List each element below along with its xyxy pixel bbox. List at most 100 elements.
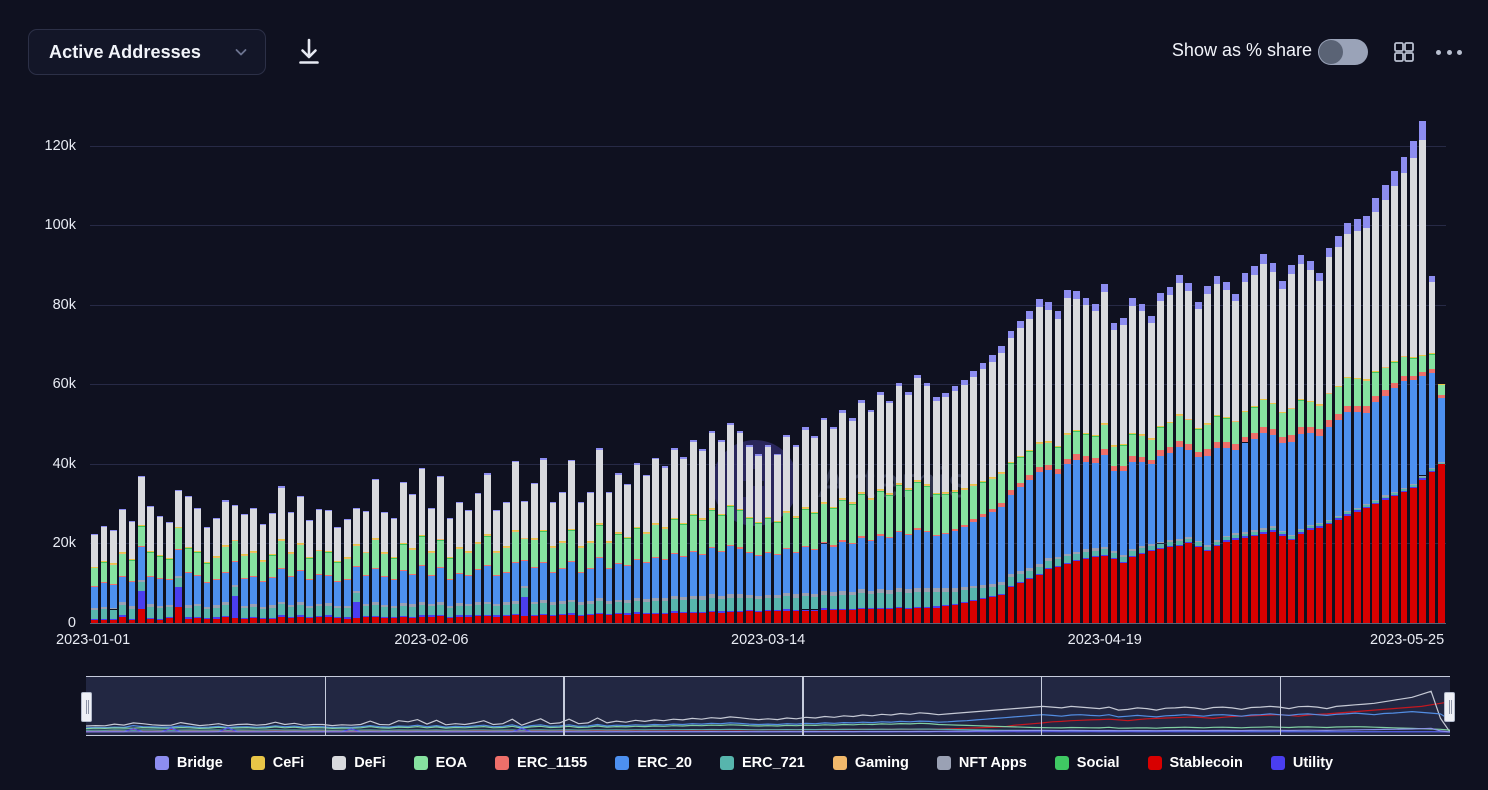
bar-column[interactable]: [727, 122, 734, 623]
bar-column[interactable]: [821, 122, 828, 623]
bar-column[interactable]: [1429, 122, 1436, 623]
bar-column[interactable]: [157, 122, 164, 623]
bar-column[interactable]: [334, 122, 341, 623]
bar-column[interactable]: [138, 122, 145, 623]
bar-column[interactable]: [437, 122, 444, 623]
bar-column[interactable]: [783, 122, 790, 623]
bar-column[interactable]: [961, 122, 968, 623]
metric-dropdown[interactable]: Active Addresses: [28, 29, 266, 75]
bar-column[interactable]: [119, 122, 126, 623]
bar-column[interactable]: [578, 122, 585, 623]
bar-column[interactable]: [288, 122, 295, 623]
bar-column[interactable]: [1129, 122, 1136, 623]
bar-column[interactable]: [241, 122, 248, 623]
bar-column[interactable]: [1195, 122, 1202, 623]
bar-column[interactable]: [998, 122, 1005, 623]
bar-column[interactable]: [914, 122, 921, 623]
bar-column[interactable]: [1260, 122, 1267, 623]
bar-column[interactable]: [671, 122, 678, 623]
bar-column[interactable]: [615, 122, 622, 623]
bar-column[interactable]: [1326, 122, 1333, 623]
bar-column[interactable]: [531, 122, 538, 623]
bar-column[interactable]: [1120, 122, 1127, 623]
bar-column[interactable]: [755, 122, 762, 623]
bar-column[interactable]: [652, 122, 659, 623]
bar-column[interactable]: [475, 122, 482, 623]
bar-column[interactable]: [166, 122, 173, 623]
bar-column[interactable]: [1279, 122, 1286, 623]
bar-column[interactable]: [933, 122, 940, 623]
bar-column[interactable]: [1438, 122, 1445, 623]
bar-column[interactable]: [353, 122, 360, 623]
bar-column[interactable]: [1410, 122, 1417, 623]
legend-item-cefi[interactable]: CeFi: [251, 755, 304, 771]
bar-column[interactable]: [110, 122, 117, 623]
bar-column[interactable]: [868, 122, 875, 623]
grid-icon[interactable]: [1392, 40, 1416, 64]
bar-column[interactable]: [1354, 122, 1361, 623]
bar-column[interactable]: [297, 122, 304, 623]
bar-column[interactable]: [550, 122, 557, 623]
bar-column[interactable]: [839, 122, 846, 623]
bar-column[interactable]: [260, 122, 267, 623]
bar-column[interactable]: [942, 122, 949, 623]
bar-column[interactable]: [175, 122, 182, 623]
bar-column[interactable]: [634, 122, 641, 623]
bar-column[interactable]: [877, 122, 884, 623]
bar-column[interactable]: [802, 122, 809, 623]
bar-column[interactable]: [896, 122, 903, 623]
bar-column[interactable]: [1167, 122, 1174, 623]
bar-column[interactable]: [886, 122, 893, 623]
bar-column[interactable]: [1382, 122, 1389, 623]
bar-column[interactable]: [1111, 122, 1118, 623]
bar-column[interactable]: [1372, 122, 1379, 623]
bar-column[interactable]: [1335, 122, 1342, 623]
bar-column[interactable]: [1214, 122, 1221, 623]
bar-column[interactable]: [952, 122, 959, 623]
bar-column[interactable]: [512, 122, 519, 623]
bar-column[interactable]: [624, 122, 631, 623]
bar-column[interactable]: [1288, 122, 1295, 623]
bar-column[interactable]: [905, 122, 912, 623]
bar-column[interactable]: [811, 122, 818, 623]
bar-column[interactable]: [1363, 122, 1370, 623]
bar-column[interactable]: [269, 122, 276, 623]
bar-column[interactable]: [1270, 122, 1277, 623]
bar-column[interactable]: [278, 122, 285, 623]
legend-item-erc-20[interactable]: ERC_20: [615, 755, 692, 771]
legend-item-nft-apps[interactable]: NFT Apps: [937, 755, 1027, 771]
bar-column[interactable]: [680, 122, 687, 623]
bar-column[interactable]: [465, 122, 472, 623]
bar-column[interactable]: [587, 122, 594, 623]
bar-column[interactable]: [222, 122, 229, 623]
bar-column[interactable]: [447, 122, 454, 623]
bar-column[interactable]: [1083, 122, 1090, 623]
bar-column[interactable]: [419, 122, 426, 623]
bar-column[interactable]: [1026, 122, 1033, 623]
bar-column[interactable]: [606, 122, 613, 623]
bar-column[interactable]: [1204, 122, 1211, 623]
bar-column[interactable]: [232, 122, 239, 623]
bar-column[interactable]: [400, 122, 407, 623]
range-handle-right[interactable]: [1444, 692, 1455, 722]
download-icon[interactable]: [292, 36, 326, 68]
bar-column[interactable]: [1055, 122, 1062, 623]
legend-item-erc-721[interactable]: ERC_721: [720, 755, 805, 771]
bar-column[interactable]: [484, 122, 491, 623]
bar-column[interactable]: [1307, 122, 1314, 623]
bar-column[interactable]: [344, 122, 351, 623]
bar-column[interactable]: [391, 122, 398, 623]
legend-item-stablecoin[interactable]: Stablecoin: [1148, 755, 1243, 771]
bar-column[interactable]: [746, 122, 753, 623]
legend-item-gaming[interactable]: Gaming: [833, 755, 909, 771]
bar-column[interactable]: [1391, 122, 1398, 623]
bar-column[interactable]: [409, 122, 416, 623]
bar-column[interactable]: [970, 122, 977, 623]
percent-share-toggle[interactable]: [1318, 39, 1368, 65]
bar-column[interactable]: [718, 122, 725, 623]
bar-column[interactable]: [91, 122, 98, 623]
legend-item-eoa[interactable]: EOA: [414, 755, 467, 771]
bar-column[interactable]: [924, 122, 931, 623]
bar-column[interactable]: [1101, 122, 1108, 623]
bar-column[interactable]: [1223, 122, 1230, 623]
